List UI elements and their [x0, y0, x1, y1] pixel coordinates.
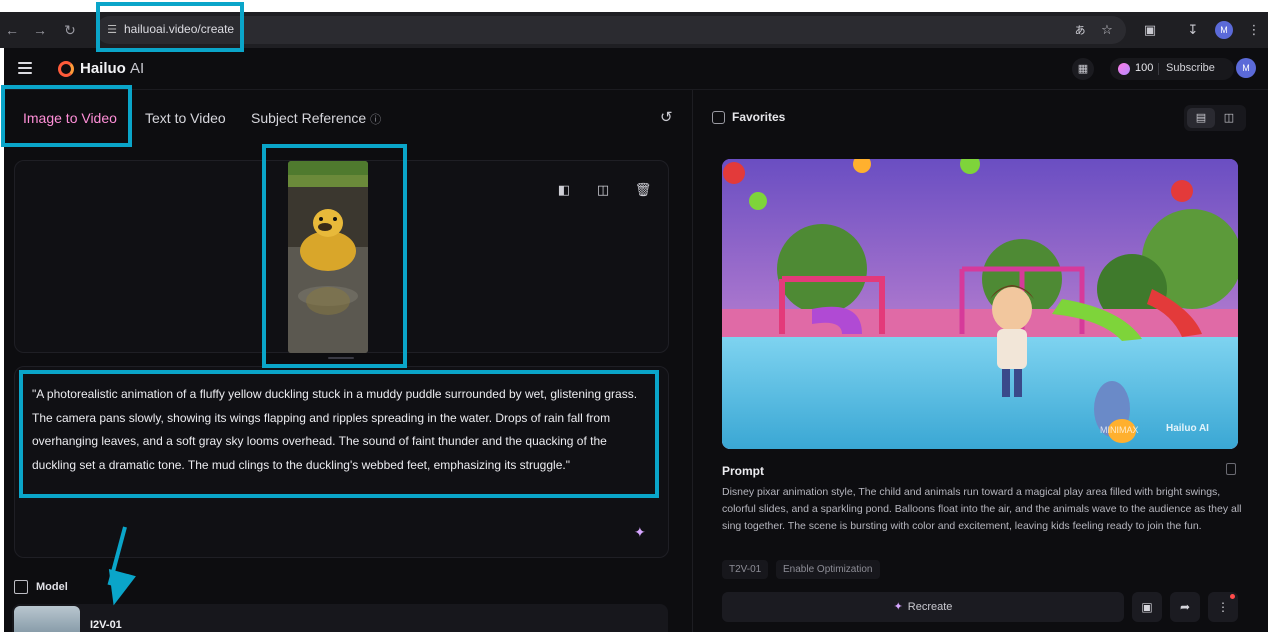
user-avatar[interactable]: M	[1236, 58, 1256, 78]
cube-icon	[14, 580, 28, 594]
list-view-icon[interactable]: ▤	[1187, 108, 1215, 128]
ai-optimize-icon[interactable]: ✦	[634, 524, 646, 541]
model-thumbnail	[14, 606, 80, 632]
app-header: Hailuo AI ▦ 100 Subscribe M	[4, 48, 1268, 90]
view-toggle: ▤ ◫	[1184, 105, 1246, 131]
credits-divider	[1158, 63, 1159, 75]
browser-profile-avatar[interactable]: M	[1215, 21, 1233, 39]
tab-subject-reference-label: Subject Reference	[251, 110, 367, 126]
model-tag: T2V-01	[722, 560, 769, 579]
optimization-tag: Enable Optimization	[776, 560, 880, 579]
bookmark-icon[interactable]: ▣	[1132, 592, 1162, 622]
playground-scene	[722, 159, 1238, 449]
tab-subject-reference[interactable]: Subject Reference ⓘ	[251, 110, 381, 127]
subscribe-button[interactable]: Subscribe	[1166, 62, 1215, 74]
address-bar[interactable]: ☰ hailuoai.video/create	[96, 16, 1126, 44]
star-icon[interactable]: ☆	[1097, 20, 1117, 40]
annotation-box-url	[96, 2, 244, 52]
favorites-checkbox[interactable]	[712, 111, 725, 124]
info-icon[interactable]: ⓘ	[370, 114, 381, 126]
sparkle-icon: ✦	[893, 601, 903, 613]
edit-image-icon[interactable]: ◫	[593, 180, 613, 200]
credits-count: 100	[1135, 62, 1154, 74]
video-preview[interactable]	[722, 159, 1238, 449]
credits-gem-icon	[1118, 63, 1130, 75]
brand-name[interactable]: Hailuo AI	[80, 60, 144, 77]
model-section-label: Model	[36, 581, 68, 593]
reset-icon[interactable]: ↺	[660, 108, 673, 126]
back-icon[interactable]: ←	[2, 20, 22, 40]
hailuo-logo-icon	[58, 61, 74, 77]
kebab-icon[interactable]: ⋮	[1244, 20, 1264, 40]
grid-view-icon[interactable]: ◫	[1215, 108, 1243, 128]
share-icon[interactable]: ➦	[1170, 592, 1200, 622]
translate-icon[interactable]: ぁ	[1070, 20, 1090, 40]
reload-icon[interactable]: ↻	[60, 20, 80, 40]
preview-prompt-text: Disney pixar animation style, The child …	[722, 486, 1242, 532]
model-name: I2V-01	[90, 619, 122, 631]
brand-name-suffix: AI	[130, 60, 145, 77]
recreate-label: Recreate	[907, 601, 953, 613]
menu-icon[interactable]	[18, 62, 32, 74]
watermark-hailuo: Hailuo AI	[1166, 423, 1209, 434]
notification-dot	[1230, 594, 1235, 599]
download-icon[interactable]: ↧	[1183, 20, 1203, 40]
annotation-box-prompt	[19, 370, 659, 498]
favorites-label[interactable]: Favorites	[732, 110, 785, 124]
puzzle-icon[interactable]: ▣	[1140, 20, 1160, 40]
brand-name-main: Hailuo	[80, 60, 126, 77]
annotation-box-tab	[1, 85, 132, 147]
credits-pill[interactable]: 100 Subscribe	[1110, 58, 1234, 80]
watermark-minimax: MINIMAX	[1100, 425, 1139, 435]
copy-icon[interactable]	[1226, 463, 1236, 475]
replace-image-icon[interactable]: ◧	[554, 180, 574, 200]
panel-divider	[692, 90, 693, 632]
annotation-box-image	[262, 144, 407, 368]
forward-icon[interactable]: →	[30, 20, 50, 40]
recreate-button[interactable]: ✦ Recreate	[722, 592, 1124, 622]
book-icon[interactable]: ▦	[1072, 58, 1094, 80]
preview-prompt-title: Prompt	[722, 464, 764, 478]
app: Hailuo AI ▦ 100 Subscribe M Image to Vid…	[4, 48, 1268, 632]
trash-icon[interactable]: 🗑	[633, 180, 653, 200]
tab-text-to-video[interactable]: Text to Video	[145, 110, 226, 126]
